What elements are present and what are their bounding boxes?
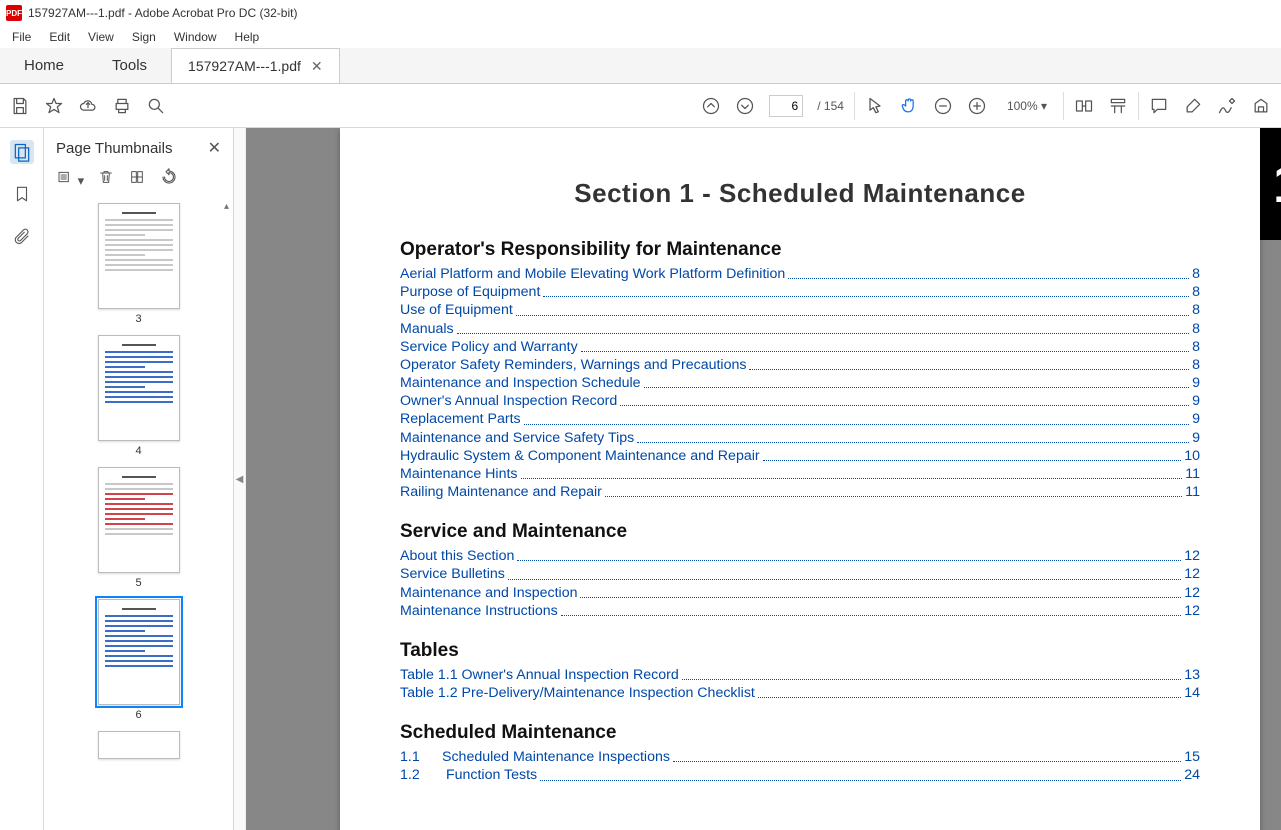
document-tabs: Home Tools 157927AM---1.pdf ✕ (0, 48, 1281, 84)
table-of-contents: Operator's Responsibility for Maintenanc… (400, 239, 1200, 785)
zoom-level-label[interactable]: 100% ▾ (1001, 99, 1053, 113)
thumbnail-list[interactable]: ▴ 3 4 5 6 (44, 197, 233, 830)
thumbnail-page-number: 4 (135, 445, 141, 457)
main-toolbar: / 154 100% ▾ (0, 84, 1281, 128)
page-total-label: / 154 (817, 99, 844, 113)
stamp-icon[interactable] (1251, 96, 1271, 116)
toc-entry[interactable]: Table 1.2 Pre-Delivery/Maintenance Inspe… (400, 684, 1200, 702)
toc-entry[interactable]: Maintenance and Inspection12 (400, 584, 1200, 602)
toc-entry[interactable]: Use of Equipment8 (400, 301, 1200, 319)
toc-entry[interactable]: Operator Safety Reminders, Warnings and … (400, 356, 1200, 374)
page-number-input[interactable] (769, 95, 803, 117)
page-down-icon[interactable] (735, 96, 755, 116)
toc-entry[interactable]: Table 1.1 Owner's Annual Inspection Reco… (400, 666, 1200, 684)
pan-hand-icon[interactable] (899, 96, 919, 116)
toc-entry[interactable]: Service Bulletins12 (400, 565, 1200, 583)
thumbnail-page[interactable] (98, 467, 180, 573)
save-icon[interactable] (10, 96, 30, 116)
toc-group-heading: Service and Maintenance (400, 521, 1200, 543)
toc-entry[interactable]: Owner's Annual Inspection Record9 (400, 392, 1200, 410)
scroll-up-icon[interactable]: ▴ (224, 201, 229, 212)
tab-file-label: 157927AM---1.pdf (188, 58, 301, 74)
menu-bar: File Edit View Sign Window Help (0, 26, 1281, 48)
select-arrow-icon[interactable] (865, 96, 885, 116)
thumbnail-panel-title: Page Thumbnails (56, 140, 172, 157)
thumbnail-page[interactable] (98, 731, 180, 759)
toc-entry[interactable]: 1.2 Function Tests24 (400, 766, 1200, 784)
thumbnail-page[interactable] (98, 599, 180, 705)
menu-edit[interactable]: Edit (41, 28, 78, 46)
menu-help[interactable]: Help (227, 28, 268, 46)
toc-entry[interactable]: Railing Maintenance and Repair11 (400, 483, 1200, 501)
rail-thumbnails-icon[interactable] (10, 140, 34, 164)
toc-entry[interactable]: Manuals8 (400, 320, 1200, 338)
fit-page-icon[interactable] (1108, 96, 1128, 116)
toc-entry[interactable]: Aerial Platform and Mobile Elevating Wor… (400, 265, 1200, 283)
find-icon[interactable] (146, 96, 166, 116)
thumb-rotate-icon[interactable] (160, 168, 178, 189)
toc-entry[interactable]: Service Policy and Warranty8 (400, 338, 1200, 356)
page-content: 1 Section 1 - Scheduled Maintenance Oper… (340, 128, 1260, 830)
toc-group-heading: Scheduled Maintenance (400, 722, 1200, 744)
tab-current-file[interactable]: 157927AM---1.pdf ✕ (171, 48, 340, 83)
nav-rail (0, 128, 44, 830)
panel-collapse-handle[interactable]: ◀ (234, 128, 246, 830)
toc-entry[interactable]: Replacement Parts9 (400, 410, 1200, 428)
toc-entry[interactable]: Maintenance and Inspection Schedule9 (400, 374, 1200, 392)
thumb-delete-icon[interactable] (98, 168, 114, 189)
thumb-layout-icon[interactable] (128, 169, 146, 188)
highlight-icon[interactable] (1183, 96, 1203, 116)
star-icon[interactable] (44, 96, 64, 116)
print-icon[interactable] (112, 96, 132, 116)
thumbnail-page-number: 3 (135, 313, 141, 325)
toc-entry[interactable]: Hydraulic System & Component Maintenance… (400, 447, 1200, 465)
toc-entry[interactable]: 1.1Scheduled Maintenance Inspections15 (400, 748, 1200, 766)
menu-window[interactable]: Window (166, 28, 225, 46)
toc-entry[interactable]: Maintenance Hints11 (400, 465, 1200, 483)
thumbnail-panel: Page Thumbnails ✕ ▾ ▴ 3 4 5 6 (44, 128, 234, 830)
document-viewport[interactable]: 1 Section 1 - Scheduled Maintenance Oper… (246, 128, 1281, 830)
menu-sign[interactable]: Sign (124, 28, 164, 46)
window-titlebar: PDF 157927AM---1.pdf - Adobe Acrobat Pro… (0, 0, 1281, 26)
rail-bookmark-icon[interactable] (10, 182, 34, 206)
tab-home[interactable]: Home (0, 48, 88, 83)
menu-view[interactable]: View (80, 28, 122, 46)
toc-group-heading: Operator's Responsibility for Maintenanc… (400, 239, 1200, 261)
rail-attachment-icon[interactable] (10, 224, 34, 248)
page-up-icon[interactable] (701, 96, 721, 116)
zoom-out-icon[interactable] (933, 96, 953, 116)
pdf-app-icon: PDF (6, 5, 22, 21)
section-number-tab: 1 (1260, 128, 1281, 240)
thumbnail-page-number: 6 (135, 709, 141, 721)
toc-entry[interactable]: Maintenance and Service Safety Tips9 (400, 429, 1200, 447)
zoom-in-icon[interactable] (967, 96, 987, 116)
toc-group-heading: Tables (400, 640, 1200, 662)
menu-file[interactable]: File (4, 28, 39, 46)
sign-pen-icon[interactable] (1217, 96, 1237, 116)
window-title: 157927AM---1.pdf - Adobe Acrobat Pro DC … (28, 6, 297, 20)
toc-entry[interactable]: About this Section12 (400, 547, 1200, 565)
close-tab-icon[interactable]: ✕ (311, 58, 323, 75)
toc-entry[interactable]: Purpose of Equipment8 (400, 283, 1200, 301)
fit-width-icon[interactable] (1074, 96, 1094, 116)
comment-icon[interactable] (1149, 96, 1169, 116)
thumbnail-page[interactable] (98, 335, 180, 441)
section-title: Section 1 - Scheduled Maintenance (400, 178, 1200, 209)
thumb-options-icon[interactable]: ▾ (56, 169, 84, 189)
toc-entry[interactable]: Maintenance Instructions12 (400, 602, 1200, 620)
thumbnail-page-number: 5 (135, 577, 141, 589)
close-panel-icon[interactable]: ✕ (208, 138, 221, 158)
share-cloud-icon[interactable] (78, 96, 98, 116)
tab-tools[interactable]: Tools (88, 48, 171, 83)
thumbnail-page[interactable] (98, 203, 180, 309)
